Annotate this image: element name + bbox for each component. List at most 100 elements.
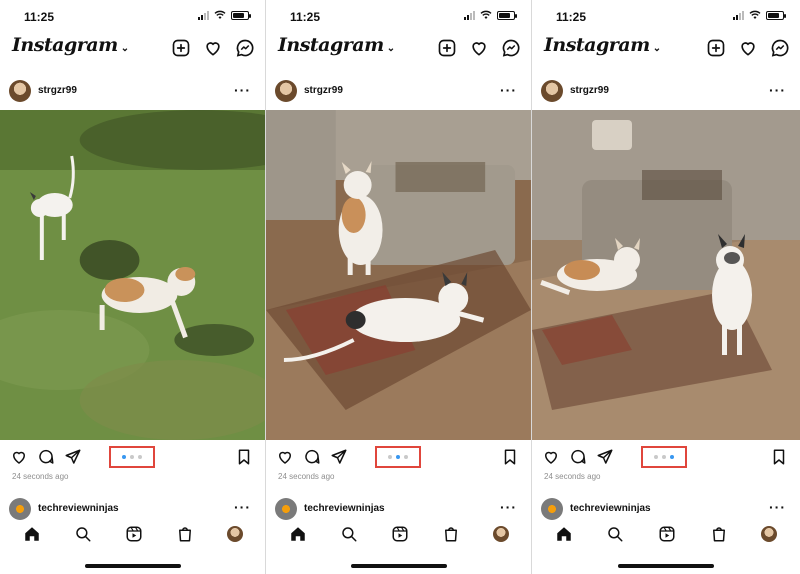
home-indicator: [618, 564, 714, 568]
home-icon[interactable]: [23, 525, 41, 543]
shop-icon[interactable]: [176, 525, 194, 543]
share-icon[interactable]: [596, 448, 614, 471]
wifi-icon: [480, 10, 492, 19]
reels-icon[interactable]: [658, 525, 676, 543]
post-username[interactable]: strgzr99: [570, 85, 609, 96]
avatar[interactable]: [275, 498, 297, 520]
chevron-down-icon: ⌄: [120, 43, 129, 54]
more-icon[interactable]: ···: [234, 82, 251, 98]
reels-icon[interactable]: [391, 525, 409, 543]
search-icon[interactable]: [340, 525, 358, 543]
more-icon[interactable]: ···: [234, 499, 251, 515]
instagram-logo[interactable]: Instagram ⌄: [544, 34, 661, 56]
heart-icon[interactable]: [469, 38, 489, 58]
battery-icon: [231, 10, 251, 20]
messenger-icon[interactable]: [770, 38, 790, 58]
messenger-icon[interactable]: [501, 38, 521, 58]
comment-icon[interactable]: [303, 448, 321, 471]
more-icon[interactable]: ···: [769, 82, 786, 98]
signal-icon: [733, 10, 744, 20]
next-post-username[interactable]: techreviewninjas: [304, 503, 385, 514]
instagram-logo[interactable]: Instagram ⌄: [12, 34, 129, 56]
avatar[interactable]: [9, 498, 31, 520]
more-icon[interactable]: ···: [500, 82, 517, 98]
carousel-dot-1: [654, 455, 658, 459]
like-icon[interactable]: [10, 448, 28, 471]
post-header: strgzr99 ···: [266, 76, 531, 108]
avatar[interactable]: [275, 80, 297, 102]
home-icon[interactable]: [289, 525, 307, 543]
app-header: Instagram ⌄: [0, 30, 265, 68]
bookmark-icon[interactable]: [770, 448, 788, 471]
post-photo[interactable]: [0, 110, 265, 440]
logo-text: Instagram: [12, 34, 118, 56]
carousel-dot-2: [396, 455, 400, 459]
status-time: 11:25: [24, 10, 55, 24]
app-header: Instagram ⌄: [532, 30, 800, 68]
like-icon[interactable]: [542, 448, 560, 471]
avatar[interactable]: [541, 498, 563, 520]
shop-icon[interactable]: [442, 525, 460, 543]
header-actions: [171, 38, 255, 58]
header-actions: [437, 38, 521, 58]
like-icon[interactable]: [276, 448, 294, 471]
screens: 11:25 Instagram ⌄ strgzr99 ··· 24 second…: [0, 0, 800, 574]
share-icon[interactable]: [330, 448, 348, 471]
app-header: Instagram ⌄: [266, 30, 531, 68]
system-icons: [733, 10, 786, 20]
profile-avatar[interactable]: [492, 526, 509, 542]
avatar[interactable]: [9, 80, 31, 102]
comment-icon[interactable]: [37, 448, 55, 471]
post-actions: [0, 446, 265, 470]
wifi-icon: [749, 10, 761, 19]
bottom-tab-bar: [532, 522, 800, 546]
reels-icon[interactable]: [125, 525, 143, 543]
heart-icon[interactable]: [738, 38, 758, 58]
status-time: 11:25: [556, 10, 587, 24]
post-username[interactable]: strgzr99: [38, 85, 77, 96]
comment-icon[interactable]: [569, 448, 587, 471]
shop-icon[interactable]: [710, 525, 728, 543]
search-icon[interactable]: [74, 525, 92, 543]
more-icon[interactable]: ···: [500, 499, 517, 515]
status-bar: 11:25: [0, 0, 265, 30]
new-post-icon[interactable]: [706, 38, 726, 58]
bottom-tab-bar: [0, 522, 265, 546]
post-header: strgzr99 ···: [0, 76, 265, 108]
heart-icon[interactable]: [203, 38, 223, 58]
post-timestamp: 24 seconds ago: [544, 472, 601, 481]
chevron-down-icon: ⌄: [652, 43, 661, 54]
status-bar: 11:25: [532, 0, 800, 30]
next-post-header: techreviewninjas ···: [532, 496, 800, 522]
next-post-header: techreviewninjas ···: [0, 496, 265, 522]
post-photo[interactable]: [532, 110, 800, 440]
carousel-indicator: [109, 446, 155, 468]
system-icons: [198, 10, 251, 20]
post-timestamp: 24 seconds ago: [12, 472, 69, 481]
new-post-icon[interactable]: [437, 38, 457, 58]
next-post-username[interactable]: techreviewninjas: [38, 503, 119, 514]
search-icon[interactable]: [606, 525, 624, 543]
more-icon[interactable]: ···: [769, 499, 786, 515]
next-post-username[interactable]: techreviewninjas: [570, 503, 651, 514]
post-actions: [532, 446, 800, 470]
post-header: strgzr99 ···: [532, 76, 800, 108]
carousel-dot-3: [138, 455, 142, 459]
home-icon[interactable]: [555, 525, 573, 543]
post-username[interactable]: strgzr99: [304, 85, 343, 96]
profile-avatar[interactable]: [226, 526, 243, 542]
post-timestamp: 24 seconds ago: [278, 472, 335, 481]
bookmark-icon[interactable]: [501, 448, 519, 471]
messenger-icon[interactable]: [235, 38, 255, 58]
carousel-dot-3: [404, 455, 408, 459]
instagram-logo[interactable]: Instagram ⌄: [278, 34, 395, 56]
post-photo[interactable]: [266, 110, 531, 440]
avatar[interactable]: [541, 80, 563, 102]
profile-avatar[interactable]: [761, 526, 778, 542]
carousel-indicator: [375, 446, 421, 468]
new-post-icon[interactable]: [171, 38, 191, 58]
status-time: 11:25: [290, 10, 321, 24]
next-post-header: techreviewninjas ···: [266, 496, 531, 522]
bookmark-icon[interactable]: [235, 448, 253, 471]
share-icon[interactable]: [64, 448, 82, 471]
